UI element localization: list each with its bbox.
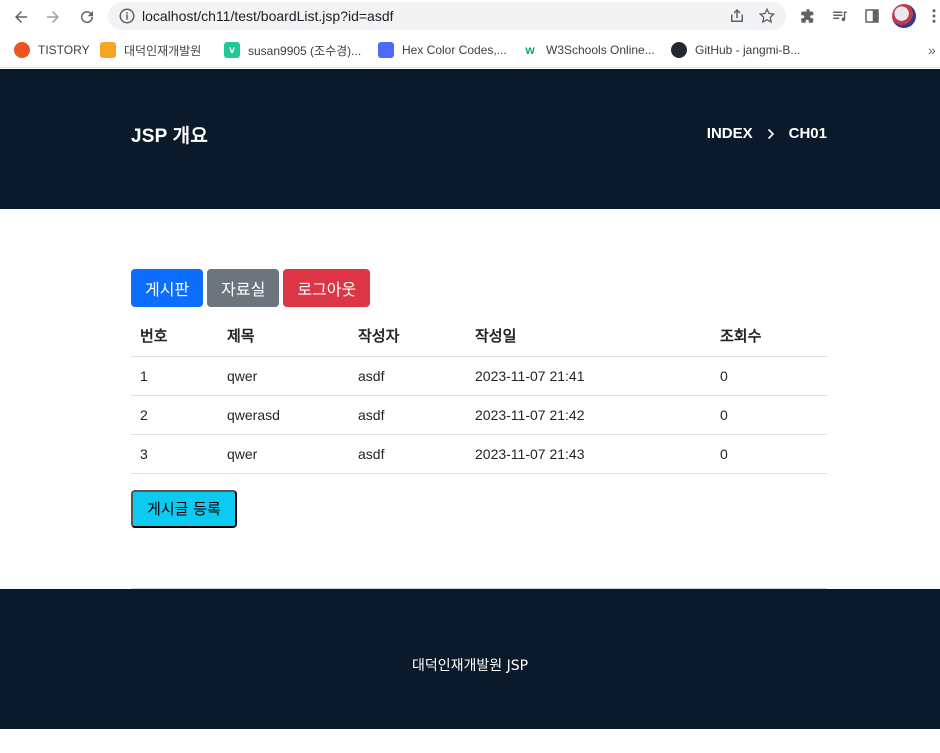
cell-date: 2023-11-07 21:41 (466, 356, 711, 396)
bookmark-tistory[interactable]: TISTORY (14, 34, 90, 66)
cell-writer: asdf (349, 395, 466, 435)
bookmark-github[interactable]: GitHub - jangmi-B... (671, 34, 800, 66)
forward-arrow-icon[interactable] (42, 6, 64, 28)
cell-title-link[interactable]: qwerasd (218, 395, 349, 435)
page-title: JSP 개요 (131, 126, 209, 147)
bookmark-label: W3Schools Online... (546, 43, 655, 57)
cell-title-link[interactable]: qwer (218, 356, 349, 396)
bookmark-label: Hex Color Codes,... (402, 43, 507, 57)
column-header-number: 번호 (131, 315, 218, 357)
bookmarks-bar: TISTORY 대덕인재개발원 v susan9905 (조수경)... Hex… (0, 34, 940, 68)
bookmark-velog[interactable]: v susan9905 (조수경)... (224, 34, 361, 66)
bookmark-label: 대덕인재개발원 (124, 43, 202, 58)
cell-date: 2023-11-07 21:43 (466, 434, 711, 474)
bookmarks-overflow-icon[interactable]: » (928, 42, 936, 58)
logout-button[interactable]: 로그아웃 (283, 269, 371, 307)
cell-views: 0 (711, 395, 827, 435)
side-panel-icon[interactable] (862, 6, 882, 26)
column-header-title: 제목 (218, 315, 349, 357)
write-post-button[interactable]: 게시글 등록 (131, 489, 237, 528)
back-arrow-icon[interactable] (10, 6, 32, 28)
bookmark-ddit[interactable]: 대덕인재개발원 (100, 34, 201, 66)
table-row[interactable]: 3 qwer asdf 2023-11-07 21:43 0 (131, 434, 827, 474)
board-button[interactable]: 게시판 (131, 269, 204, 307)
hex-colors-icon (378, 42, 394, 58)
cell-writer: asdf (349, 434, 466, 474)
profile-avatar[interactable] (892, 4, 916, 28)
bookmark-label: TISTORY (38, 43, 90, 57)
media-control-icon[interactable] (830, 6, 850, 26)
footer-text: 대덕인재개발원 JSP (411, 658, 529, 674)
column-header-date: 작성일 (466, 315, 711, 357)
cell-views: 0 (711, 356, 827, 396)
board-content: 게시판 자료실 로그아웃 번호 제목 작성자 작성일 조회수 1 qwer as… (131, 269, 827, 528)
chevron-right-icon (765, 128, 777, 140)
velog-icon: v (224, 42, 240, 58)
bookmark-label: GitHub - jangmi-B... (695, 43, 801, 57)
cell-number: 2 (131, 395, 218, 435)
reload-icon[interactable] (76, 6, 98, 28)
table-row[interactable]: 1 qwer asdf 2023-11-07 21:41 0 (131, 356, 827, 396)
bookmark-w3schools[interactable]: w W3Schools Online... (522, 34, 655, 66)
bookmark-hex-colors[interactable]: Hex Color Codes,... (378, 34, 507, 66)
w3schools-icon: w (525, 43, 535, 57)
browser-toolbar: localhost/ch11/test/boardList.jsp?id=asd… (0, 0, 940, 34)
column-header-views: 조회수 (711, 315, 827, 357)
board-table: 번호 제목 작성자 작성일 조회수 1 qwer asdf 2023-11-07… (131, 315, 827, 474)
cell-date: 2023-11-07 21:42 (466, 395, 711, 435)
data-room-button[interactable]: 자료실 (207, 269, 280, 307)
breadcrumb-ch01[interactable]: CH01 (789, 125, 827, 142)
table-header-row: 번호 제목 작성자 작성일 조회수 (131, 315, 827, 357)
github-icon (671, 42, 687, 58)
ddit-icon (100, 42, 116, 58)
url-text: localhost/ch11/test/boardList.jsp?id=asd… (142, 8, 394, 24)
column-header-writer: 작성자 (349, 315, 466, 357)
cell-number: 1 (131, 356, 218, 396)
site-footer: 대덕인재개발원 JSP (0, 589, 940, 729)
bookmark-star-icon[interactable] (758, 7, 776, 25)
tistory-icon (14, 42, 30, 58)
site-header: JSP 개요 INDEX CH01 (0, 69, 940, 209)
cell-title-link[interactable]: qwer (218, 434, 349, 474)
extensions-puzzle-icon[interactable] (798, 6, 818, 26)
site-info-icon[interactable] (118, 7, 136, 25)
cell-writer: asdf (349, 356, 466, 396)
breadcrumb: INDEX CH01 (707, 125, 827, 142)
share-icon[interactable] (728, 7, 746, 25)
more-menu-icon[interactable] (924, 6, 940, 26)
menu-buttons: 게시판 자료실 로그아웃 (131, 269, 827, 307)
breadcrumb-index[interactable]: INDEX (707, 125, 753, 142)
table-row[interactable]: 2 qwerasd asdf 2023-11-07 21:42 0 (131, 395, 827, 435)
page-bottom-area (0, 729, 940, 753)
address-bar[interactable]: localhost/ch11/test/boardList.jsp?id=asd… (108, 2, 786, 30)
cell-number: 3 (131, 434, 218, 474)
bookmark-label: susan9905 (조수경)... (248, 43, 362, 58)
cell-views: 0 (711, 434, 827, 474)
